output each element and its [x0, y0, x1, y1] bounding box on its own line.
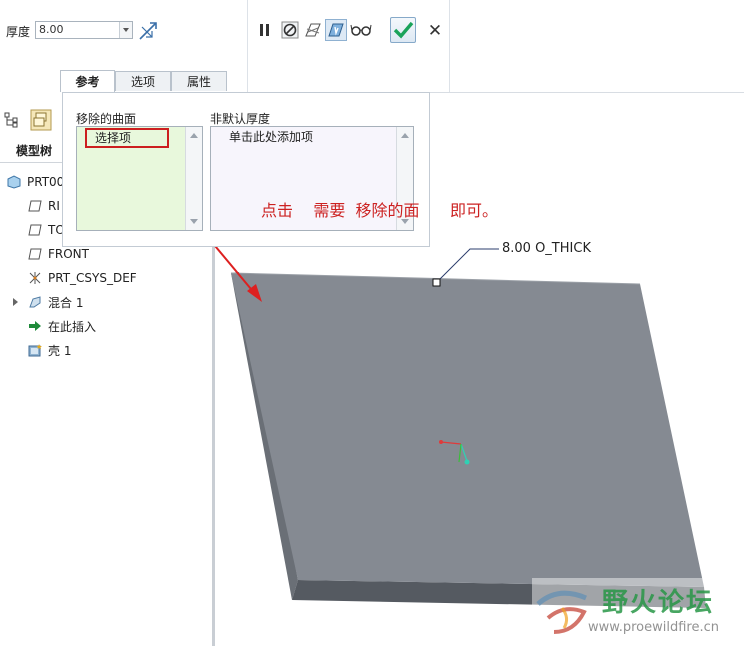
watermark-url: www.proewildfire.cn	[588, 620, 719, 635]
removed-surfaces-label: 移除的曲面	[76, 112, 137, 126]
references-panel: 移除的曲面 选择项 非默认厚度 单击此处添加项	[62, 92, 430, 247]
select-items-prompt[interactable]: 选择项	[95, 129, 131, 146]
drag-handle-icon	[432, 278, 441, 287]
forum-logo-icon	[536, 590, 587, 634]
plate-top-face[interactable]	[231, 273, 704, 587]
dimension-label[interactable]: 8.00 O_THICK	[502, 241, 591, 256]
scrollbar[interactable]	[185, 127, 202, 230]
non-default-thickness-label: 非默认厚度	[210, 112, 271, 126]
watermark: 野火论坛 www.proewildfire.cn	[532, 578, 744, 646]
watermark-title: 野火论坛	[602, 588, 715, 618]
add-item-prompt[interactable]: 单击此处添加项	[229, 128, 313, 145]
annotation-text: 点击 需要 移除的面 即可。	[261, 201, 499, 220]
